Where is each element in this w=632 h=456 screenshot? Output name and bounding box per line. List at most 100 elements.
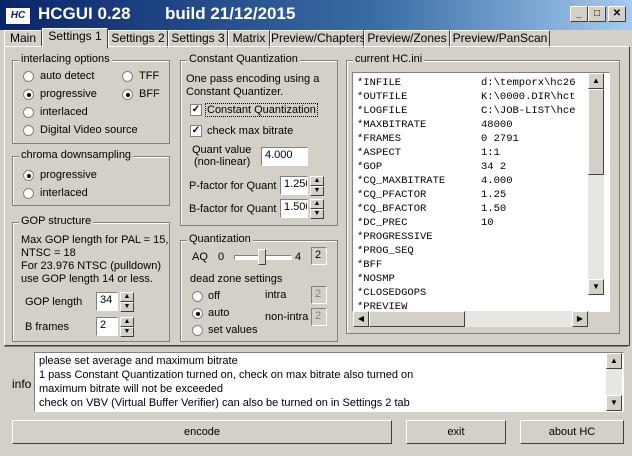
encode-button[interactable]: encode: [12, 420, 392, 444]
aq-slider-thumb[interactable]: [258, 249, 266, 265]
deadzone-off-radio[interactable]: [192, 291, 203, 302]
info-scroll-down-icon[interactable]: ▼: [606, 395, 622, 411]
pfactor-down-icon[interactable]: ▼: [310, 186, 324, 196]
info-line: check on VBV (Virtual Buffer Verifier) c…: [39, 397, 410, 409]
progressive-radio[interactable]: [23, 89, 34, 100]
tff-radio[interactable]: [122, 71, 133, 82]
scroll-thumb[interactable]: [588, 89, 604, 175]
auto-detect-label[interactable]: auto detect: [40, 70, 94, 82]
info-vscroll[interactable]: ▲ ▼: [606, 353, 622, 411]
info-scroll-up-icon[interactable]: ▲: [606, 353, 622, 369]
intra-label: intra: [265, 289, 287, 301]
quant-nonlinear-label: (non-linear): [194, 156, 251, 168]
chroma-group: chroma downsampling: [12, 149, 170, 206]
chroma-progressive-radio[interactable]: [23, 170, 34, 181]
quant-value-input[interactable]: 4.000: [261, 147, 308, 166]
info-label: info: [12, 377, 32, 391]
deadzone-off-label[interactable]: off: [208, 290, 220, 302]
bff-label[interactable]: BFF: [139, 88, 160, 100]
hc-ini-hscroll[interactable]: ◀ ▶: [353, 311, 588, 327]
aq-value-box: 2: [311, 247, 327, 265]
bfactor-input[interactable]: 1.500: [280, 199, 308, 218]
bff-radio[interactable]: [122, 89, 133, 100]
cq-checkbox-label[interactable]: Constant Quantization: [205, 103, 318, 117]
bframes-up-icon[interactable]: ▲: [120, 317, 134, 327]
scroll-down-icon[interactable]: ▼: [588, 279, 604, 295]
tab-settings-1[interactable]: Settings 1: [42, 28, 108, 49]
app-icon: HC: [5, 7, 31, 25]
hc-ini-value: C:\JOB-LIST\hce: [481, 105, 576, 117]
gop-length-label: GOP length: [25, 296, 83, 308]
window-build: build 21/12/2015: [165, 4, 296, 23]
digital-video-source-radio[interactable]: [23, 125, 34, 136]
auto-detect-radio[interactable]: [23, 71, 34, 82]
hc-ini-key: *INFILE: [357, 77, 402, 89]
nonintra-value-box: 2: [311, 308, 327, 326]
hc-ini-listing[interactable]: *INFILE d:\temporx\hc26 *OUTFILE K:\0000.DI…: [352, 72, 610, 312]
hscroll-thumb[interactable]: [369, 311, 465, 327]
hc-ini-key: *CLOSEDGOPS: [357, 287, 427, 299]
hc-ini-key: *GOP: [357, 161, 383, 173]
digital-video-source-label[interactable]: Digital Video source: [40, 124, 138, 136]
aq-label: AQ: [192, 251, 208, 263]
deadzone-auto-label[interactable]: auto: [208, 307, 229, 319]
deadzone-set-values-radio[interactable]: [192, 325, 203, 336]
max-bitrate-label[interactable]: check max bitrate: [207, 125, 293, 137]
tff-label[interactable]: TFF: [139, 70, 159, 82]
hc-ini-vscroll[interactable]: ▲ ▼: [588, 73, 604, 295]
hc-ini-title: current HC.ini: [353, 53, 425, 65]
interlaced-label[interactable]: interlaced: [40, 106, 88, 118]
pfactor-input[interactable]: 1.250: [280, 176, 308, 195]
chroma-interlaced-radio[interactable]: [23, 188, 34, 199]
hc-ini-value: 1:1: [481, 147, 500, 159]
interlaced-radio[interactable]: [23, 107, 34, 118]
hc-ini-value: d:\temporx\hc26: [481, 77, 576, 89]
deadzone-set-values-label[interactable]: set values: [208, 324, 258, 336]
gop-length-input[interactable]: 34: [96, 292, 118, 311]
exit-button[interactable]: exit: [406, 420, 506, 444]
progressive-label[interactable]: progressive: [40, 88, 97, 100]
gop-info-line: For 23.976 NTSC (pulldown): [21, 260, 162, 272]
title-bar: HC HCGUI 0.28 build 21/12/2015 _ □ ✕: [0, 0, 632, 30]
quant-value-label: Quant value: [192, 144, 252, 156]
hc-ini-value: 34 2: [481, 161, 507, 173]
nonintra-label: non-intra: [265, 311, 309, 323]
scroll-left-icon[interactable]: ◀: [353, 311, 369, 327]
deadzone-label: dead zone settings: [190, 273, 283, 285]
scroll-right-icon[interactable]: ▶: [572, 311, 588, 327]
quantization-title: Quantization: [187, 233, 253, 245]
gop-info-line: use GOP length 14 or less.: [21, 273, 153, 285]
hc-ini-key: *PROGRESSIVE: [357, 231, 433, 243]
gop-length-down-icon[interactable]: ▼: [120, 302, 134, 312]
cq-description: Constant Quantizer.: [186, 86, 284, 98]
bfactor-up-icon[interactable]: ▲: [310, 199, 324, 209]
bframes-input[interactable]: 2: [96, 317, 118, 336]
max-bitrate-checkbox[interactable]: ✓: [190, 125, 202, 137]
hc-ini-key: *MAXBITRATE: [357, 119, 427, 131]
hc-ini-key: *CQ_MAXBITRATE: [357, 175, 446, 187]
cq-checkbox[interactable]: ✓: [190, 104, 202, 116]
cq-title: Constant Quantization: [187, 53, 300, 65]
window-title: HCGUI 0.28: [38, 4, 131, 23]
chroma-progressive-label[interactable]: progressive: [40, 169, 97, 181]
hc-ini-value: 0 2791: [481, 133, 519, 145]
gop-length-up-icon[interactable]: ▲: [120, 292, 134, 302]
deadzone-auto-radio[interactable]: [192, 308, 203, 319]
info-line: maximum bitrate will not be exceeded: [39, 383, 224, 395]
hc-ini-key: *CQ_BFACTOR: [357, 203, 427, 215]
info-line: 1 pass Constant Quantization turned on, …: [39, 369, 414, 381]
hc-ini-key: *PROG_SEQ: [357, 245, 414, 257]
intra-value-box: 2: [311, 286, 327, 304]
pfactor-up-icon[interactable]: ▲: [310, 176, 324, 186]
minimize-button[interactable]: _: [570, 6, 588, 22]
about-hc-button[interactable]: about HC: [520, 420, 624, 444]
info-textbox[interactable]: please set average and maximum bitrate 1…: [34, 352, 624, 412]
bframes-label: B frames: [25, 321, 70, 333]
scroll-up-icon[interactable]: ▲: [588, 73, 604, 89]
bfactor-down-icon[interactable]: ▼: [310, 209, 324, 219]
chroma-interlaced-label[interactable]: interlaced: [40, 187, 88, 199]
maximize-button[interactable]: □: [588, 6, 606, 22]
close-button[interactable]: ✕: [608, 6, 626, 22]
hc-ini-value: 4.000: [481, 175, 513, 187]
bframes-down-icon[interactable]: ▼: [120, 327, 134, 337]
